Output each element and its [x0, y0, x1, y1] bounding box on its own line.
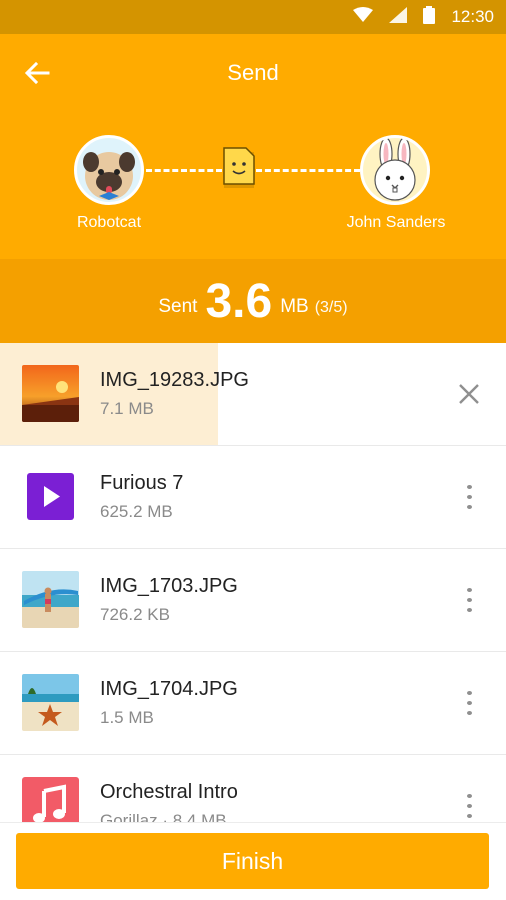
page-title: Send [227, 60, 279, 85]
status-bar: 12:30 [0, 0, 506, 34]
starfish-beach-photo-thumbnail [22, 674, 79, 731]
sender-avatar [74, 135, 144, 205]
more-options-button[interactable] [454, 585, 484, 615]
wifi-icon [353, 6, 374, 28]
file-size: 726.2 KB [100, 605, 170, 624]
footer: Finish [0, 822, 506, 900]
sent-count: (3/5) [314, 299, 348, 316]
file-name: IMG_1704.JPG [100, 678, 238, 700]
file-list: IMG_19283.JPG 7.1 MB Furious 7 625.2 MB [0, 343, 506, 858]
signal-icon [389, 6, 408, 28]
transfer-summary: Sent 3.6 MB (3/5) [0, 259, 506, 343]
file-transfer-icon [222, 146, 256, 190]
file-name: IMG_19283.JPG [100, 369, 249, 391]
send-header: Send Robotcat John Sanders [0, 34, 506, 259]
close-icon [459, 384, 479, 404]
list-item[interactable]: Furious 7 625.2 MB [0, 446, 506, 549]
file-size: 7.1 MB [100, 399, 154, 418]
list-item[interactable]: IMG_19283.JPG 7.1 MB [0, 343, 506, 446]
list-item[interactable]: IMG_1704.JPG 1.5 MB [0, 652, 506, 755]
receiver-avatar [360, 135, 430, 205]
file-name: IMG_1703.JPG [100, 575, 238, 597]
sent-label: Sent [158, 296, 198, 317]
receiver-name: John Sanders [346, 214, 446, 231]
sunset-photo-thumbnail [22, 365, 79, 422]
cancel-transfer-button[interactable] [454, 379, 484, 409]
status-time: 12:30 [451, 7, 494, 26]
more-options-button[interactable] [454, 482, 484, 512]
list-item[interactable]: IMG_1703.JPG 726.2 KB [0, 549, 506, 652]
video-icon [22, 468, 79, 525]
sent-amount: 3.6 [205, 274, 273, 328]
file-size: 625.2 MB [100, 502, 173, 521]
transfer-path [256, 169, 360, 172]
transfer-path [146, 169, 222, 172]
file-size: 1.5 MB [100, 708, 154, 727]
file-name: Orchestral Intro [100, 781, 238, 803]
file-name: Furious 7 [100, 472, 184, 494]
finish-button[interactable]: Finish [16, 833, 489, 889]
pug-avatar-icon [83, 152, 135, 200]
more-options-button[interactable] [454, 688, 484, 718]
battery-icon [423, 5, 436, 29]
beach-surf-photo-thumbnail [22, 571, 79, 628]
bunny-avatar-icon [374, 138, 416, 201]
sent-unit: MB [280, 296, 309, 317]
sender-name: Robotcat [76, 214, 142, 231]
more-options-button[interactable] [454, 791, 484, 821]
